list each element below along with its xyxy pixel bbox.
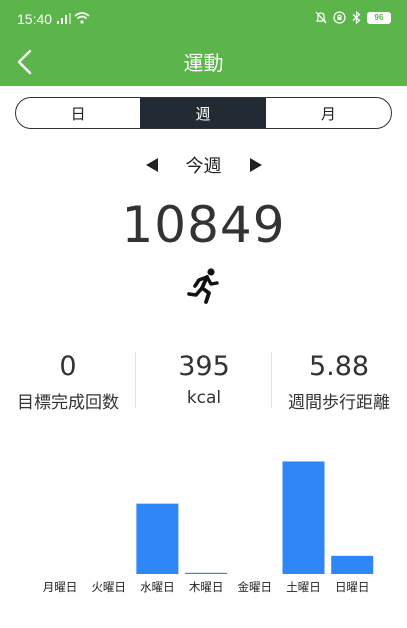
previous-period-button[interactable] <box>142 155 162 175</box>
signal-icon <box>57 13 71 24</box>
triangle-left-icon <box>145 158 158 172</box>
nav-bar: 運動 <box>0 38 407 86</box>
next-period-button[interactable] <box>246 155 266 175</box>
chart-x-tick-label: 金曜日 <box>238 580 273 594</box>
chart-x-tick-label: 土曜日 <box>286 580 321 594</box>
chart-x-tick-label: 月曜日 <box>43 580 78 594</box>
status-left-icons <box>57 12 90 24</box>
stat-goal: 0 目標完成回数 <box>0 350 136 413</box>
battery-icon: 96 <box>367 11 391 24</box>
stat-calories-value: 395 <box>178 351 230 382</box>
chart-x-tick-label: 水曜日 <box>140 580 175 594</box>
app-header: 15:40 96 運動 <box>0 0 407 86</box>
chart-bar <box>185 572 228 574</box>
weekly-bar-chart: 月曜日 火曜日 水曜日 木曜日 金曜日 土曜日 日曜日 <box>43 461 374 594</box>
chart-x-tick-label: 日曜日 <box>335 580 370 594</box>
chart-x-tick-label: 火曜日 <box>91 580 126 594</box>
bluetooth-icon <box>352 11 361 24</box>
chart-bar <box>331 555 374 574</box>
tab-day[interactable]: 日 <box>16 98 140 128</box>
total-steps: 10849 <box>121 196 286 254</box>
page-title: 運動 <box>183 51 224 75</box>
wifi-icon <box>74 12 90 24</box>
status-bar: 15:40 96 <box>0 0 407 38</box>
mute-bell-icon <box>315 11 327 24</box>
chart-bar <box>282 461 325 574</box>
period-tabs: 日 週 月 <box>15 97 392 129</box>
period-selector: 今週 <box>0 150 407 180</box>
stat-goal-label: 目標完成回数 <box>17 393 119 413</box>
stat-calories-label: kcal <box>186 388 222 408</box>
status-time: 15:40 <box>17 11 53 27</box>
stat-goal-value: 0 <box>59 351 77 382</box>
chart-x-tick-label: 木曜日 <box>189 580 224 594</box>
stat-distance: 5.88 週間歩行距離 <box>271 350 407 413</box>
chart-bar <box>136 503 179 574</box>
period-label: 今週 <box>185 156 222 177</box>
tab-week[interactable]: 週 <box>140 98 266 128</box>
stat-calories: 395 kcal <box>136 350 272 408</box>
running-person-icon <box>187 268 219 304</box>
tab-month[interactable]: 月 <box>266 98 391 128</box>
stat-distance-value: 5.88 <box>308 351 370 382</box>
status-right-icons: 96 <box>315 11 391 24</box>
stats-row: 0 目標完成回数 395 kcal 5.88 週間歩行距離 <box>0 350 407 413</box>
triangle-right-icon <box>249 158 262 172</box>
lock-rotation-icon <box>333 11 346 24</box>
stat-distance-label: 週間歩行距離 <box>288 393 390 413</box>
